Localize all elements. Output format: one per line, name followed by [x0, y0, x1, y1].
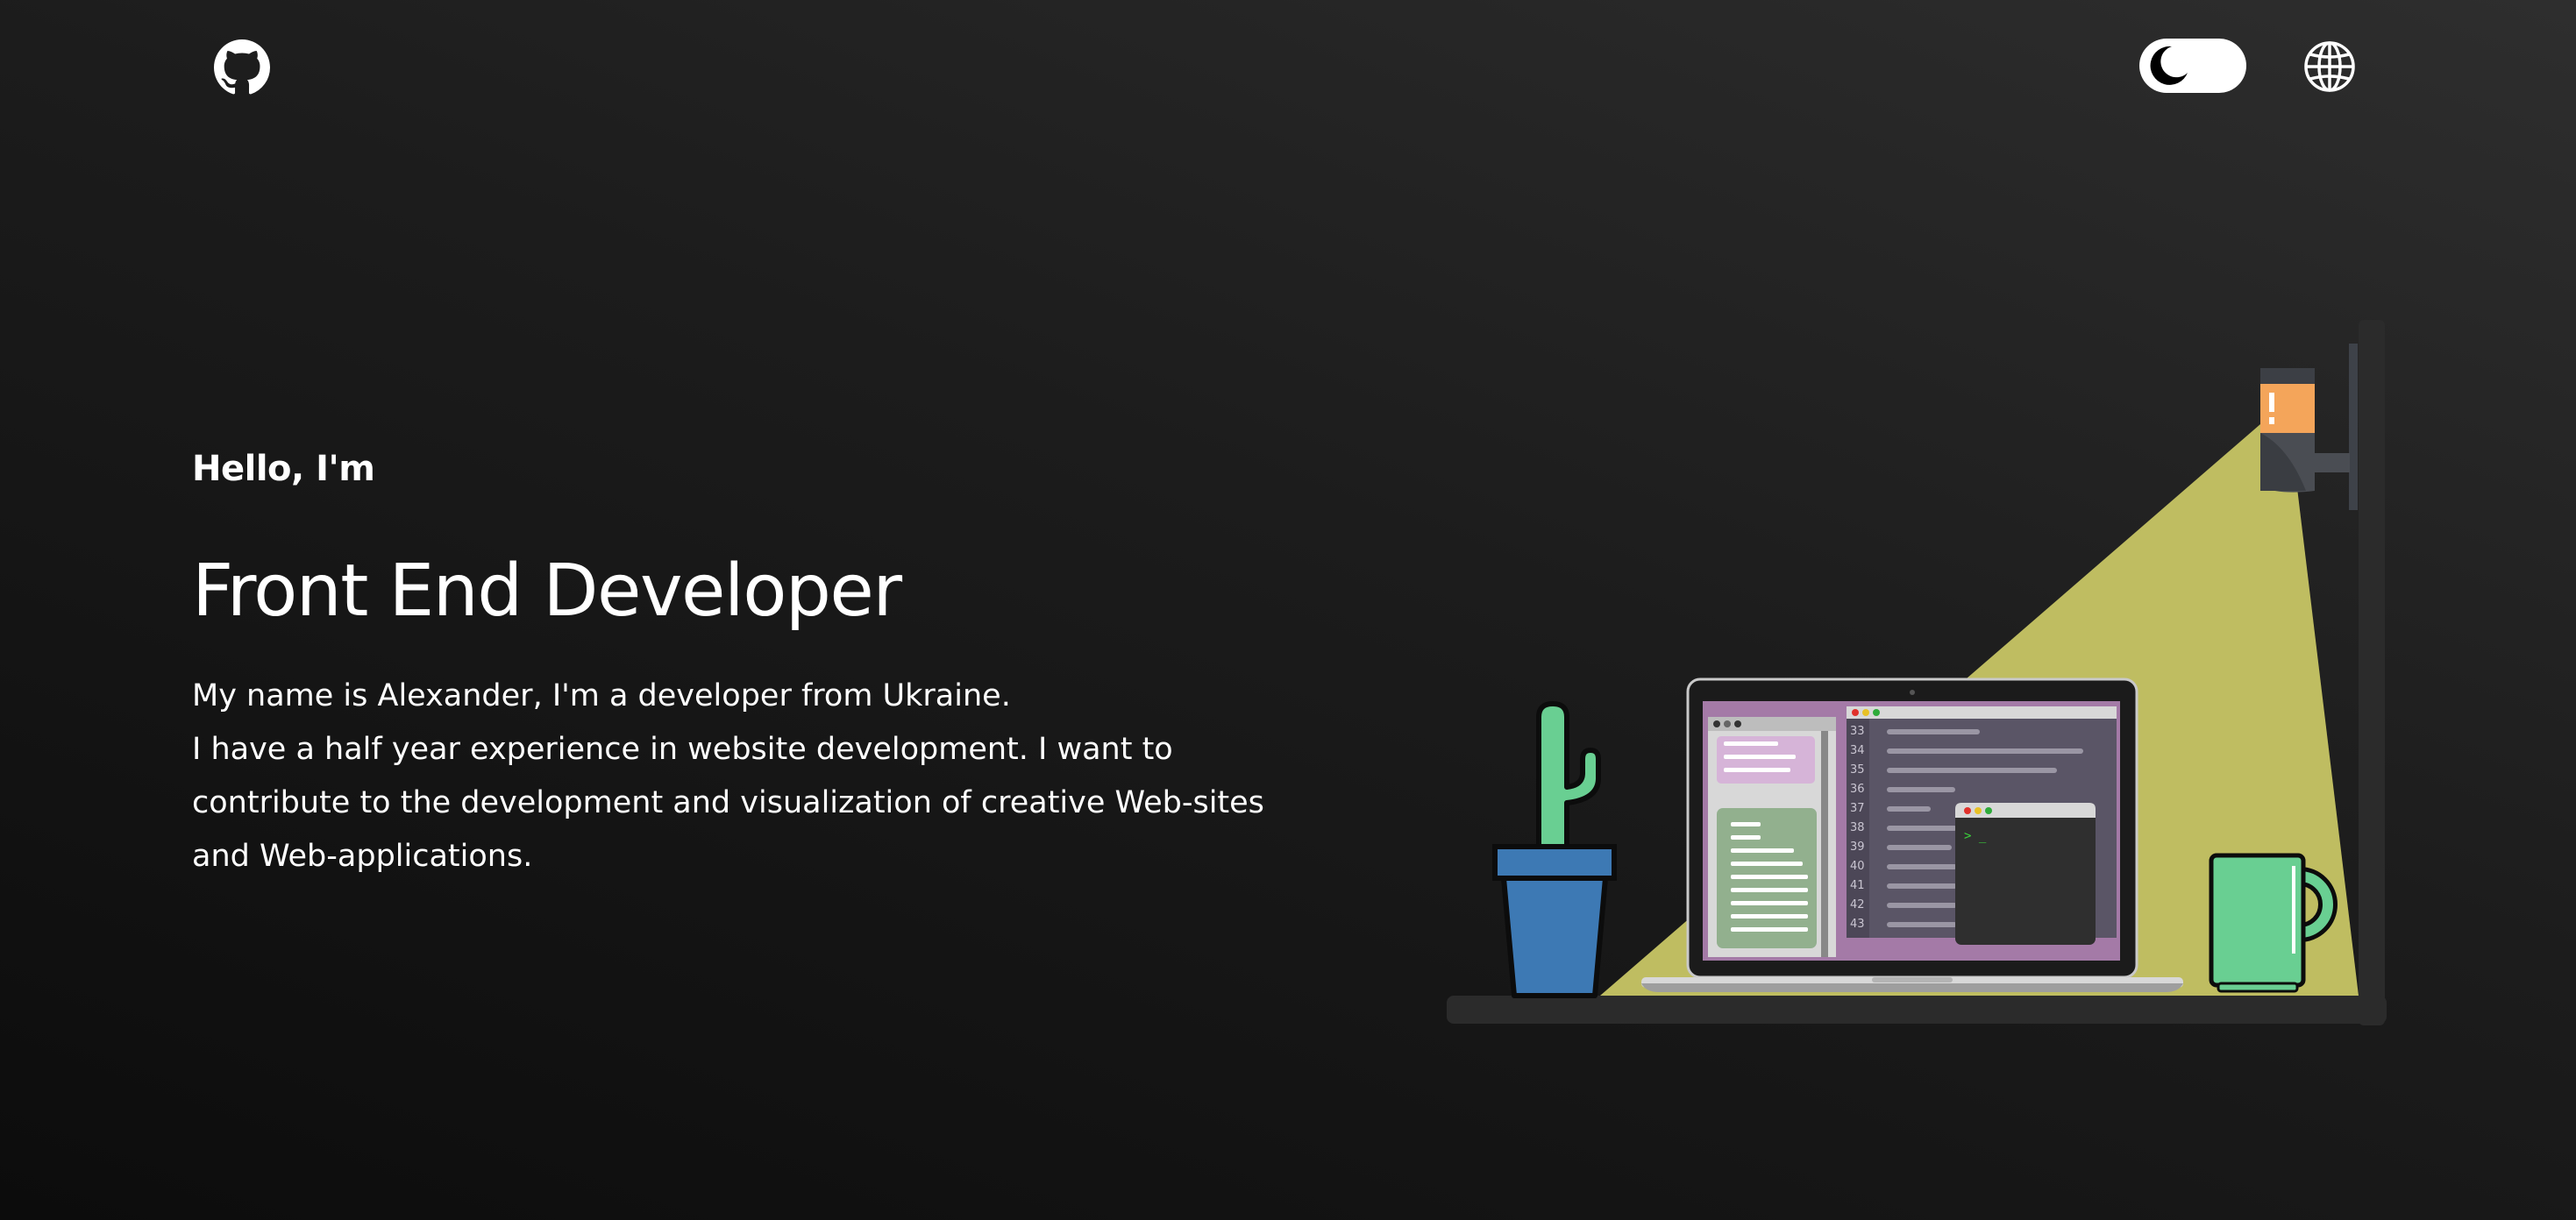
code-line-number: 41 — [1850, 879, 1865, 892]
code-line-number: 35 — [1850, 763, 1865, 777]
github-icon — [214, 39, 270, 95]
moon-icon — [2150, 46, 2188, 85]
code-line-number: 39 — [1850, 841, 1865, 854]
code-line-number: 40 — [1850, 860, 1865, 873]
language-button[interactable] — [2302, 39, 2357, 94]
bio-text: My name is Alexander, I'm a developer fr… — [192, 670, 1314, 883]
lamp-bulb — [2260, 384, 2315, 433]
terminal-prompt: > _ — [1964, 829, 1987, 843]
pot-body — [1501, 876, 1608, 998]
desk-scene-image: 33 34 35 36 37 38 39 40 41 42 43 > _ — [1447, 320, 2387, 1025]
code-line-number: 37 — [1850, 802, 1865, 815]
github-link[interactable] — [214, 39, 270, 96]
toggle-knob — [2146, 44, 2190, 88]
code-line-number: 36 — [1850, 783, 1865, 796]
bio-line: My name is Alexander, I'm a developer fr… — [192, 678, 1011, 713]
mug — [2209, 853, 2306, 988]
role-title: Front End Developer — [192, 550, 902, 633]
pot-rim — [1492, 844, 1617, 881]
desk-surface — [1447, 996, 2387, 1024]
code-line-number: 33 — [1850, 725, 1865, 738]
lamp-pole — [2359, 320, 2385, 1025]
code-line-number: 43 — [1850, 918, 1865, 931]
hero-section: Hello, I'm Front End Developer My name i… — [192, 438, 1420, 883]
terminal-window — [1955, 803, 2096, 945]
lamp-arm — [2313, 453, 2350, 472]
bio-line: I have a half year experience in website… — [192, 732, 1264, 874]
greeting-text: Hello, I'm — [192, 449, 375, 489]
code-line-number: 34 — [1850, 744, 1865, 757]
workspace-illustration: 33 34 35 36 37 38 39 40 41 42 43 > _ — [1438, 316, 2394, 1034]
code-line-number: 42 — [1850, 898, 1865, 911]
theme-toggle[interactable] — [2139, 39, 2246, 93]
code-line-number: 38 — [1850, 821, 1865, 834]
globe-icon — [2304, 41, 2355, 92]
cactus — [1536, 701, 1601, 855]
